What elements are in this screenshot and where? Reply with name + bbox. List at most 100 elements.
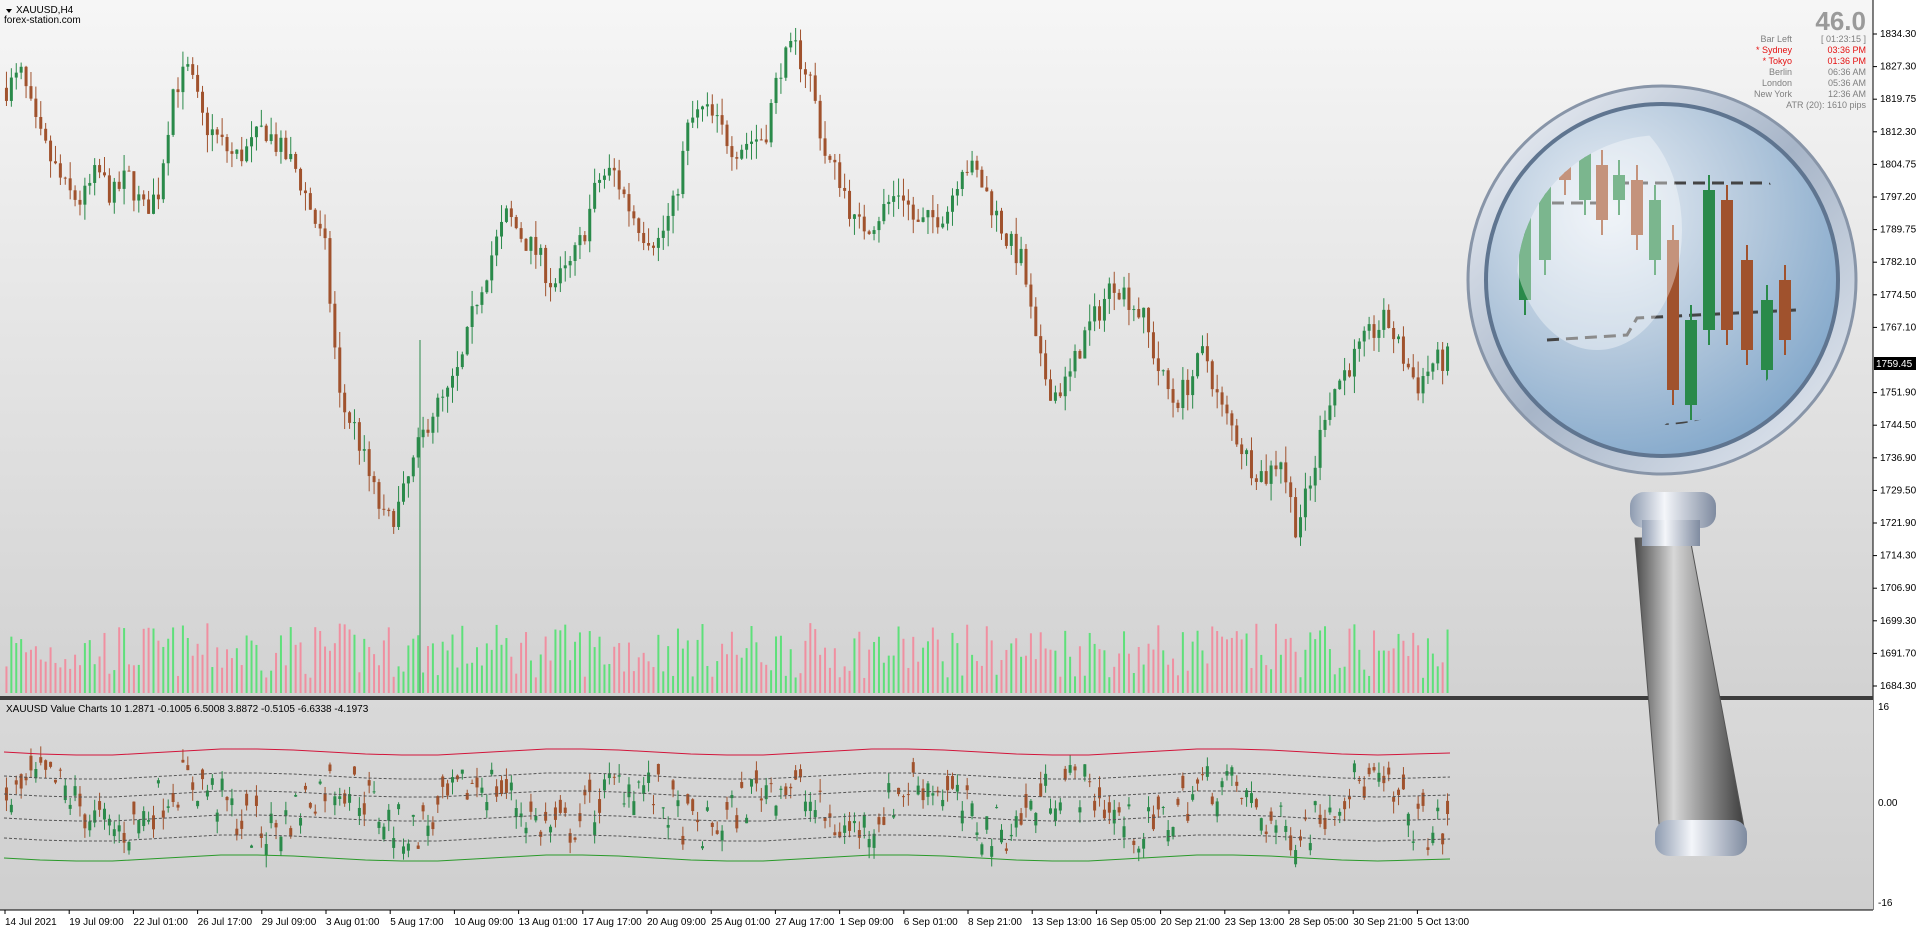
value-body (377, 821, 381, 828)
volume-bar (1142, 664, 1145, 693)
time-tick-label: 19 Jul 09:00 (69, 917, 124, 928)
volume-bar (877, 636, 880, 693)
value-body (1215, 801, 1219, 817)
candle-body (1176, 402, 1180, 409)
candle-body (1303, 488, 1307, 518)
value-body (1249, 793, 1253, 804)
volume-bar (1436, 666, 1439, 693)
candle-body (480, 292, 484, 305)
volume-bar (975, 661, 978, 693)
volume-bar (740, 657, 743, 693)
candle-body (1024, 248, 1028, 285)
price-axis[interactable] (1873, 0, 1916, 933)
candle-body (740, 149, 744, 159)
volume-bar (882, 662, 885, 693)
value-body (1181, 775, 1185, 789)
candle-body (769, 103, 773, 143)
volume-bar (931, 627, 934, 693)
candle-body (1205, 346, 1209, 362)
volume-bar (1240, 639, 1243, 693)
value-body (1254, 799, 1258, 808)
volume-bar (1294, 651, 1297, 693)
candle-body (19, 66, 23, 73)
value-body (14, 780, 18, 785)
volume-bar (1123, 631, 1126, 693)
value-body (1019, 813, 1023, 825)
value-body (1093, 800, 1097, 811)
volume-bar (1274, 623, 1277, 693)
value-body (784, 786, 788, 796)
volume-bar (495, 624, 498, 693)
candle-body (1249, 450, 1253, 479)
window-separator[interactable] (0, 696, 1873, 700)
candle-body (1098, 306, 1102, 321)
candle-body (269, 134, 273, 141)
price-tick-label: 1827.30 (1880, 62, 1916, 73)
volume-bar (696, 639, 699, 693)
candle-body (284, 137, 288, 160)
volume-bar (1049, 649, 1052, 693)
volume-bar (936, 639, 939, 693)
volume-bar (123, 628, 126, 693)
value-body (107, 818, 111, 826)
volume-bar (1064, 630, 1067, 693)
candle-body (377, 482, 381, 509)
value-body (1049, 808, 1053, 814)
candle-body (78, 199, 82, 205)
value-body (1102, 809, 1106, 819)
candle-body (73, 190, 77, 200)
candle-body (411, 457, 415, 477)
value-body (862, 814, 866, 828)
volume-bar (417, 635, 420, 693)
volume-bar (431, 643, 434, 693)
volume-bar (775, 636, 778, 693)
volume-bar (1216, 630, 1219, 693)
volume-bar (1270, 669, 1273, 693)
candle-body (98, 165, 102, 173)
candle-body (205, 112, 209, 136)
value-body (230, 798, 234, 806)
volume-bar (1127, 653, 1130, 693)
time-tick-label: 23 Sep 13:00 (1225, 917, 1285, 928)
volume-bar (525, 632, 528, 693)
price-tick-label: 1691.70 (1880, 648, 1916, 659)
volume-bar (848, 670, 851, 693)
value-body (495, 786, 499, 797)
volume-bar (1103, 650, 1106, 693)
candle-body (1254, 478, 1258, 482)
candle-body (186, 64, 190, 67)
volume-bar (569, 660, 572, 693)
volume-bar (78, 665, 81, 693)
candle-body (1416, 377, 1420, 394)
value-body (196, 800, 200, 807)
candle-body (1294, 497, 1298, 538)
candle-body (240, 149, 244, 162)
candle-body (882, 204, 886, 222)
volume-bar (1377, 650, 1380, 693)
candle-body (504, 208, 508, 222)
volume-bar (672, 675, 675, 693)
indicator-subwindow[interactable] (0, 700, 1873, 910)
candle-body (401, 483, 405, 502)
value-body (882, 816, 886, 825)
volume-bar (956, 643, 959, 693)
candle-body (691, 117, 695, 123)
volume-bar (324, 646, 327, 693)
volume-bar (828, 667, 831, 693)
value-body (617, 775, 621, 777)
value-body (553, 807, 557, 820)
value-body (426, 825, 430, 836)
value-body (1279, 805, 1283, 807)
indicator-axis-label: -16 (1878, 898, 1893, 909)
candle-body (1318, 429, 1322, 468)
value-body (759, 798, 763, 801)
value-body (1142, 838, 1146, 849)
candle-body (1156, 358, 1160, 372)
value-body (1210, 796, 1214, 805)
candle-body (735, 157, 739, 159)
value-body (1264, 831, 1268, 834)
candle-body (852, 214, 856, 219)
candle-body (789, 40, 793, 48)
candle-body (1446, 346, 1450, 371)
volume-bar (632, 671, 635, 693)
